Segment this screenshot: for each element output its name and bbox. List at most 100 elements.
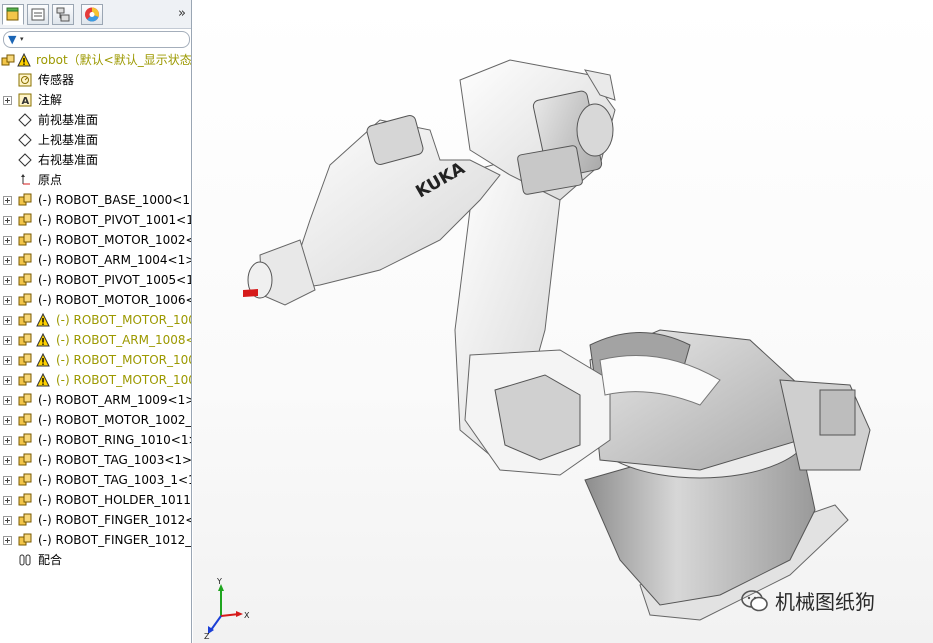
part-icon	[18, 393, 32, 406]
part-icon	[18, 313, 32, 326]
tree-item-label: 传感器	[38, 73, 75, 87]
part-icon	[18, 533, 32, 546]
tree-item-component[interactable]: (-) ROBOT_TAG_1003<1>	[0, 450, 192, 470]
tree-item-component[interactable]: (-) ROBOT_MOTOR_1006<	[0, 290, 192, 310]
part-icon	[18, 493, 32, 506]
tree-item-component[interactable]: (-) ROBOT_MOTOR_100	[0, 310, 192, 330]
tree-item-label: (-) ROBOT_FINGER_1012<	[38, 513, 192, 527]
expand-toggle[interactable]	[3, 296, 12, 305]
part-icon	[18, 213, 32, 226]
tree-item[interactable]: 前视基准面	[0, 110, 191, 130]
tree-root-assembly[interactable]: robot（默认<默认_显示状态	[0, 50, 192, 70]
tree-item-component[interactable]: (-) ROBOT_MOTOR_1002<	[0, 230, 191, 250]
plane-icon	[18, 153, 32, 167]
tree-item-component[interactable]: (-) ROBOT_ARM_1008<	[0, 330, 192, 350]
part-icon	[18, 373, 32, 386]
assembly-icon	[1, 54, 15, 66]
tree-item-component[interactable]: (-) ROBOT_MOTOR_1002_	[0, 410, 191, 430]
property-manager-tab[interactable]	[27, 4, 49, 25]
graphics-viewport[interactable]: KUKA Y X Z 机械图纸狗	[193, 0, 933, 643]
tree-item-component[interactable]: (-) ROBOT_PIVOT_1005<1	[0, 270, 192, 290]
warning-icon	[36, 353, 50, 367]
expand-panel-button[interactable]: »	[178, 6, 186, 21]
expand-toggle[interactable]	[3, 476, 12, 485]
expand-toggle[interactable]	[3, 236, 12, 245]
tree-item-component[interactable]: (-) ROBOT_TAG_1003_1<1	[0, 470, 192, 490]
tree-item[interactable]: A 注解	[0, 90, 191, 110]
expand-toggle[interactable]	[3, 496, 12, 505]
tree-item-label: (-) ROBOT_ARM_1009<1>	[38, 393, 192, 407]
tree-item-component[interactable]: (-) ROBOT_PIVOT_1001<1	[0, 210, 191, 230]
tree-item-component[interactable]: (-) ROBOT_RING_1010<1>	[0, 430, 192, 450]
part-icon	[18, 353, 32, 366]
tree-item-label: (-) ROBOT_MOTOR_100	[56, 313, 192, 327]
tree-item-component[interactable]: (-) ROBOT_MOTOR_100	[0, 350, 192, 370]
sensor-icon	[18, 73, 32, 87]
tree-item-label: (-) ROBOT_FINGER_1012_1	[38, 533, 192, 547]
expand-toggle[interactable]	[3, 536, 12, 545]
tree-item-component[interactable]: (-) ROBOT_MOTOR_100	[0, 370, 191, 390]
expand-toggle[interactable]	[3, 216, 12, 225]
tree-item-label: 上视基准面	[38, 133, 99, 147]
expand-toggle[interactable]	[3, 256, 12, 265]
expand-toggle[interactable]	[3, 96, 12, 105]
feature-manager-tab[interactable]	[2, 4, 24, 25]
chevron-down-icon: ▾	[20, 35, 24, 43]
expand-toggle[interactable]	[3, 516, 12, 525]
part-icon	[18, 193, 32, 206]
warning-icon	[36, 333, 50, 347]
robot-model[interactable]: KUKA	[193, 0, 933, 643]
tree-item[interactable]: 上视基准面	[0, 130, 191, 150]
tree-item-component[interactable]: (-) ROBOT_FINGER_1012_1	[0, 530, 192, 550]
tree-item-label: (-) ROBOT_TAG_1003_1<1	[38, 473, 192, 487]
wechat-watermark: 机械图纸狗	[741, 586, 875, 615]
feature-tree-icon	[6, 7, 19, 21]
part-icon	[18, 473, 32, 486]
expand-toggle[interactable]	[3, 376, 12, 385]
part-icon	[18, 513, 32, 526]
configuration-manager-tab[interactable]	[52, 4, 74, 25]
tree-item-label: (-) ROBOT_RING_1010<1>	[38, 433, 192, 447]
warning-icon	[17, 53, 31, 67]
tree-item-component[interactable]: (-) ROBOT_BASE_1000<1>	[0, 190, 192, 210]
tree-item[interactable]: 传感器	[0, 70, 191, 90]
y-axis-label: Y	[216, 578, 222, 586]
tree-item-component[interactable]: (-) ROBOT_FINGER_1012<	[0, 510, 192, 530]
tree-item-component[interactable]: (-) ROBOT_ARM_1004<1>	[0, 250, 191, 270]
expand-toggle[interactable]	[3, 396, 12, 405]
color-wheel-icon	[85, 7, 99, 22]
expand-toggle[interactable]	[3, 196, 12, 205]
tree-item-label: 配合	[38, 553, 63, 567]
tree-root-label: robot（默认<默认_显示状态	[36, 53, 192, 67]
expand-toggle[interactable]	[3, 416, 12, 425]
tree-item-label: (-) ROBOT_MOTOR_1006<	[38, 293, 192, 307]
tree-item-label: 右视基准面	[38, 153, 99, 167]
expand-toggle[interactable]	[3, 276, 12, 285]
tree-item-label: (-) ROBOT_ARM_1008<	[56, 333, 192, 347]
mates-icon	[19, 554, 31, 566]
expand-toggle[interactable]	[3, 456, 12, 465]
tree-filter[interactable]: ▼ ▾	[3, 31, 190, 48]
origin-icon	[21, 174, 30, 185]
tree-item-label: (-) ROBOT_TAG_1003<1>	[38, 453, 192, 467]
tree-item-component[interactable]: (-) ROBOT_HOLDER_1011<	[0, 490, 191, 510]
panel-tab-bar: »	[0, 0, 191, 29]
display-manager-tab[interactable]	[81, 4, 103, 25]
expand-toggle[interactable]	[3, 316, 12, 325]
warning-icon	[36, 313, 50, 327]
tree-item[interactable]: 原点	[0, 170, 191, 190]
svg-text:A: A	[22, 96, 30, 107]
tree-item-label: (-) ROBOT_PIVOT_1005<1	[38, 273, 192, 287]
expand-toggle[interactable]	[3, 336, 12, 345]
tree-item-label: (-) ROBOT_BASE_1000<1>	[38, 193, 192, 207]
expand-toggle[interactable]	[3, 436, 12, 445]
part-icon	[18, 433, 32, 446]
tree-item[interactable]: 右视基准面	[0, 150, 191, 170]
tree-item-label: 注解	[38, 93, 63, 107]
z-axis-label: Z	[204, 632, 210, 640]
tree-item[interactable]: 配合	[0, 550, 191, 570]
expand-toggle[interactable]	[3, 356, 12, 365]
plane-icon	[18, 113, 32, 127]
tree-item-label: (-) ROBOT_MOTOR_100	[56, 353, 192, 367]
tree-item-component[interactable]: (-) ROBOT_ARM_1009<1>	[0, 390, 192, 410]
